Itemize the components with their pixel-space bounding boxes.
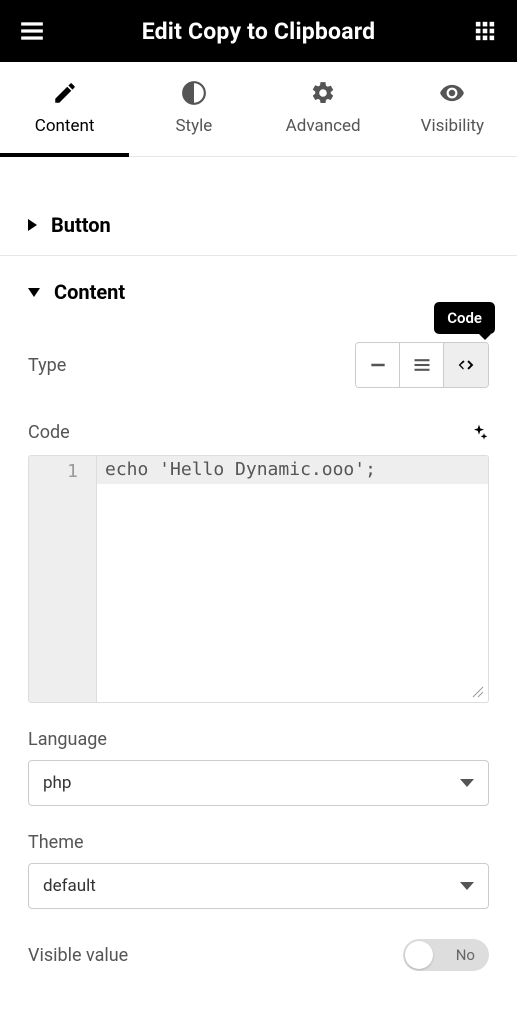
tab-label: Visibility bbox=[421, 116, 484, 136]
row-code-label: Code bbox=[28, 400, 489, 455]
type-option-list[interactable] bbox=[400, 343, 444, 387]
theme-select[interactable]: default bbox=[28, 863, 489, 909]
language-value: php bbox=[43, 773, 71, 793]
theme-value: default bbox=[43, 876, 96, 896]
visible-value-toggle[interactable]: No bbox=[403, 939, 489, 971]
tab-label: Advanced bbox=[286, 116, 361, 136]
top-bar: Edit Copy to Clipboard bbox=[0, 0, 517, 62]
eye-icon bbox=[439, 80, 465, 106]
type-segmented bbox=[355, 342, 489, 388]
sparkle-icon bbox=[469, 423, 489, 443]
page-title: Edit Copy to Clipboard bbox=[142, 18, 376, 45]
apps-button[interactable] bbox=[471, 17, 499, 45]
gear-icon bbox=[310, 80, 336, 106]
tab-label: Content bbox=[35, 116, 95, 136]
code-label: Code bbox=[28, 422, 70, 443]
ai-sparkle-button[interactable] bbox=[469, 423, 489, 443]
field-theme: Theme default bbox=[28, 806, 489, 909]
line-gutter: 1 bbox=[29, 456, 97, 702]
section-header-button[interactable]: Button bbox=[0, 195, 517, 255]
tab-label: Style bbox=[175, 116, 212, 136]
code-line: echo 'Hello Dynamic.ooo'; bbox=[97, 456, 488, 484]
code-icon bbox=[455, 354, 477, 376]
theme-label: Theme bbox=[28, 832, 489, 853]
visible-value-label: Visible value bbox=[28, 945, 128, 966]
language-select[interactable]: php bbox=[28, 760, 489, 806]
field-language: Language php bbox=[28, 703, 489, 806]
menu-button[interactable] bbox=[18, 17, 46, 45]
section-title: Button bbox=[51, 213, 111, 237]
row-type: Type Code bbox=[28, 322, 489, 400]
resize-icon bbox=[471, 685, 485, 699]
type-label: Type bbox=[28, 355, 66, 376]
toggle-knob bbox=[405, 941, 433, 969]
minus-icon bbox=[368, 355, 388, 375]
caret-down-icon bbox=[28, 288, 40, 297]
section-content: Content Type Code bbox=[0, 256, 517, 1011]
tab-strip: Content Style Advanced Visibility bbox=[0, 62, 517, 157]
section-title: Content bbox=[54, 280, 125, 304]
caret-right-icon bbox=[28, 219, 37, 231]
language-label: Language bbox=[28, 729, 489, 750]
lines-icon bbox=[412, 355, 432, 375]
pencil-icon bbox=[52, 80, 78, 106]
toggle-off-label: No bbox=[456, 946, 475, 964]
tab-advanced[interactable]: Advanced bbox=[259, 62, 388, 156]
section-button: Button bbox=[0, 195, 517, 256]
chevron-down-icon bbox=[460, 779, 474, 787]
type-option-code[interactable] bbox=[444, 343, 488, 387]
code-editor[interactable]: 1 echo 'Hello Dynamic.ooo'; bbox=[28, 455, 489, 703]
hamburger-icon bbox=[19, 18, 45, 44]
resize-handle[interactable] bbox=[471, 685, 485, 699]
contrast-icon bbox=[181, 80, 207, 106]
chevron-down-icon bbox=[460, 882, 474, 890]
tooltip-code: Code bbox=[434, 302, 495, 334]
row-visible-value: Visible value No bbox=[28, 909, 489, 983]
grid-icon bbox=[474, 20, 496, 42]
tab-content[interactable]: Content bbox=[0, 62, 129, 156]
tab-style[interactable]: Style bbox=[129, 62, 258, 156]
type-option-text[interactable] bbox=[356, 343, 400, 387]
tab-visibility[interactable]: Visibility bbox=[388, 62, 517, 156]
